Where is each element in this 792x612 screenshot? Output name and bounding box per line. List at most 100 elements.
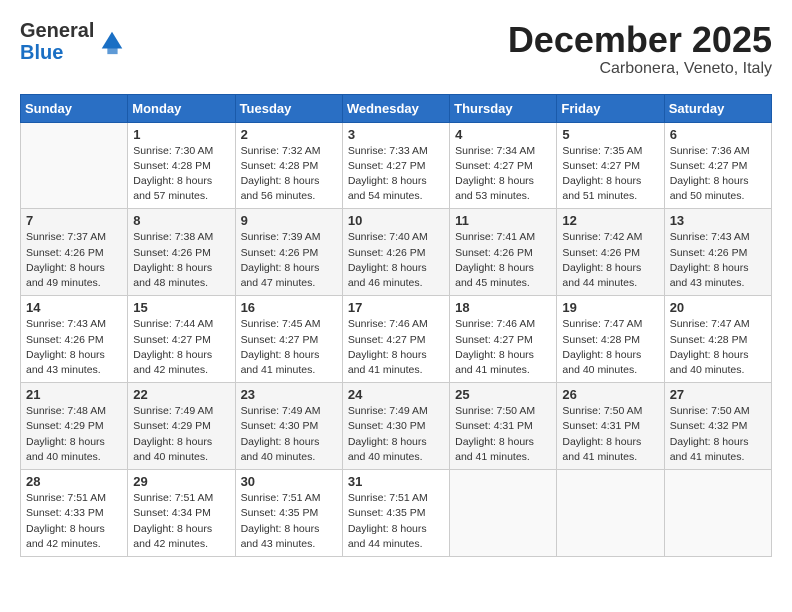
calendar-cell: 16 Sunrise: 7:45 AMSunset: 4:27 PMDaylig… [235,296,342,383]
title-block: December 2025 Carbonera, Veneto, Italy [508,20,772,78]
day-info: Sunrise: 7:51 AMSunset: 4:33 PMDaylight:… [26,492,106,550]
calendar-cell: 4 Sunrise: 7:34 AMSunset: 4:27 PMDayligh… [450,122,557,209]
day-number: 20 [670,300,766,315]
day-number: 21 [26,387,122,402]
day-info: Sunrise: 7:48 AMSunset: 4:29 PMDaylight:… [26,405,106,463]
weekday-header-saturday: Saturday [664,94,771,122]
day-info: Sunrise: 7:36 AMSunset: 4:27 PMDaylight:… [670,145,750,203]
calendar-cell: 27 Sunrise: 7:50 AMSunset: 4:32 PMDaylig… [664,383,771,470]
day-number: 23 [241,387,337,402]
day-number: 6 [670,127,766,142]
day-info: Sunrise: 7:43 AMSunset: 4:26 PMDaylight:… [26,318,106,376]
calendar-cell: 23 Sunrise: 7:49 AMSunset: 4:30 PMDaylig… [235,383,342,470]
day-number: 26 [562,387,658,402]
day-number: 4 [455,127,551,142]
calendar-cell: 17 Sunrise: 7:46 AMSunset: 4:27 PMDaylig… [342,296,449,383]
calendar-cell: 9 Sunrise: 7:39 AMSunset: 4:26 PMDayligh… [235,209,342,296]
day-info: Sunrise: 7:32 AMSunset: 4:28 PMDaylight:… [241,145,321,203]
calendar-cell: 19 Sunrise: 7:47 AMSunset: 4:28 PMDaylig… [557,296,664,383]
calendar-week-row: 14 Sunrise: 7:43 AMSunset: 4:26 PMDaylig… [21,296,772,383]
day-info: Sunrise: 7:50 AMSunset: 4:32 PMDaylight:… [670,405,750,463]
logo-general: General [20,20,94,42]
day-number: 12 [562,213,658,228]
calendar-week-row: 7 Sunrise: 7:37 AMSunset: 4:26 PMDayligh… [21,209,772,296]
weekday-header-wednesday: Wednesday [342,94,449,122]
logo-icon [98,28,126,56]
day-number: 27 [670,387,766,402]
day-info: Sunrise: 7:30 AMSunset: 4:28 PMDaylight:… [133,145,213,203]
calendar-cell: 11 Sunrise: 7:41 AMSunset: 4:26 PMDaylig… [450,209,557,296]
weekday-header-row: SundayMondayTuesdayWednesdayThursdayFrid… [21,94,772,122]
day-number: 24 [348,387,444,402]
weekday-header-friday: Friday [557,94,664,122]
calendar-cell: 26 Sunrise: 7:50 AMSunset: 4:31 PMDaylig… [557,383,664,470]
day-info: Sunrise: 7:49 AMSunset: 4:30 PMDaylight:… [348,405,428,463]
day-number: 11 [455,213,551,228]
calendar-cell: 30 Sunrise: 7:51 AMSunset: 4:35 PMDaylig… [235,470,342,557]
calendar-cell: 6 Sunrise: 7:36 AMSunset: 4:27 PMDayligh… [664,122,771,209]
day-number: 13 [670,213,766,228]
day-number: 22 [133,387,229,402]
day-info: Sunrise: 7:34 AMSunset: 4:27 PMDaylight:… [455,145,535,203]
day-info: Sunrise: 7:39 AMSunset: 4:26 PMDaylight:… [241,231,321,289]
day-info: Sunrise: 7:38 AMSunset: 4:26 PMDaylight:… [133,231,213,289]
calendar-cell [450,470,557,557]
calendar-cell: 15 Sunrise: 7:44 AMSunset: 4:27 PMDaylig… [128,296,235,383]
location-title: Carbonera, Veneto, Italy [508,60,772,78]
day-number: 19 [562,300,658,315]
calendar-cell: 10 Sunrise: 7:40 AMSunset: 4:26 PMDaylig… [342,209,449,296]
day-info: Sunrise: 7:40 AMSunset: 4:26 PMDaylight:… [348,231,428,289]
day-number: 15 [133,300,229,315]
calendar-cell [557,470,664,557]
calendar-cell: 24 Sunrise: 7:49 AMSunset: 4:30 PMDaylig… [342,383,449,470]
page-header: General Blue December 2025 Carbonera, Ve… [20,20,772,78]
weekday-header-monday: Monday [128,94,235,122]
day-info: Sunrise: 7:43 AMSunset: 4:26 PMDaylight:… [670,231,750,289]
logo-blue: Blue [20,42,63,64]
calendar-week-row: 21 Sunrise: 7:48 AMSunset: 4:29 PMDaylig… [21,383,772,470]
calendar-cell: 20 Sunrise: 7:47 AMSunset: 4:28 PMDaylig… [664,296,771,383]
calendar-table: SundayMondayTuesdayWednesdayThursdayFrid… [20,94,772,557]
calendar-cell: 31 Sunrise: 7:51 AMSunset: 4:35 PMDaylig… [342,470,449,557]
day-number: 18 [455,300,551,315]
weekday-header-sunday: Sunday [21,94,128,122]
day-info: Sunrise: 7:49 AMSunset: 4:30 PMDaylight:… [241,405,321,463]
day-number: 16 [241,300,337,315]
day-number: 25 [455,387,551,402]
day-info: Sunrise: 7:51 AMSunset: 4:35 PMDaylight:… [348,492,428,550]
day-info: Sunrise: 7:33 AMSunset: 4:27 PMDaylight:… [348,145,428,203]
calendar-week-row: 28 Sunrise: 7:51 AMSunset: 4:33 PMDaylig… [21,470,772,557]
calendar-cell: 25 Sunrise: 7:50 AMSunset: 4:31 PMDaylig… [450,383,557,470]
calendar-cell: 22 Sunrise: 7:49 AMSunset: 4:29 PMDaylig… [128,383,235,470]
calendar-cell: 7 Sunrise: 7:37 AMSunset: 4:26 PMDayligh… [21,209,128,296]
day-info: Sunrise: 7:46 AMSunset: 4:27 PMDaylight:… [348,318,428,376]
calendar-body: 1 Sunrise: 7:30 AMSunset: 4:28 PMDayligh… [21,122,772,556]
day-number: 9 [241,213,337,228]
day-number: 1 [133,127,229,142]
calendar-cell: 5 Sunrise: 7:35 AMSunset: 4:27 PMDayligh… [557,122,664,209]
day-number: 28 [26,474,122,489]
day-number: 14 [26,300,122,315]
calendar-cell [21,122,128,209]
day-number: 29 [133,474,229,489]
day-info: Sunrise: 7:51 AMSunset: 4:35 PMDaylight:… [241,492,321,550]
day-info: Sunrise: 7:47 AMSunset: 4:28 PMDaylight:… [562,318,642,376]
calendar-header: SundayMondayTuesdayWednesdayThursdayFrid… [21,94,772,122]
calendar-cell: 3 Sunrise: 7:33 AMSunset: 4:27 PMDayligh… [342,122,449,209]
weekday-header-tuesday: Tuesday [235,94,342,122]
calendar-cell: 2 Sunrise: 7:32 AMSunset: 4:28 PMDayligh… [235,122,342,209]
day-info: Sunrise: 7:41 AMSunset: 4:26 PMDaylight:… [455,231,535,289]
day-number: 31 [348,474,444,489]
day-info: Sunrise: 7:50 AMSunset: 4:31 PMDaylight:… [455,405,535,463]
day-number: 2 [241,127,337,142]
day-number: 7 [26,213,122,228]
calendar-cell: 14 Sunrise: 7:43 AMSunset: 4:26 PMDaylig… [21,296,128,383]
day-number: 8 [133,213,229,228]
day-info: Sunrise: 7:44 AMSunset: 4:27 PMDaylight:… [133,318,213,376]
day-info: Sunrise: 7:50 AMSunset: 4:31 PMDaylight:… [562,405,642,463]
calendar-cell: 18 Sunrise: 7:46 AMSunset: 4:27 PMDaylig… [450,296,557,383]
logo: General Blue [20,20,126,64]
day-info: Sunrise: 7:35 AMSunset: 4:27 PMDaylight:… [562,145,642,203]
calendar-week-row: 1 Sunrise: 7:30 AMSunset: 4:28 PMDayligh… [21,122,772,209]
calendar-cell: 28 Sunrise: 7:51 AMSunset: 4:33 PMDaylig… [21,470,128,557]
